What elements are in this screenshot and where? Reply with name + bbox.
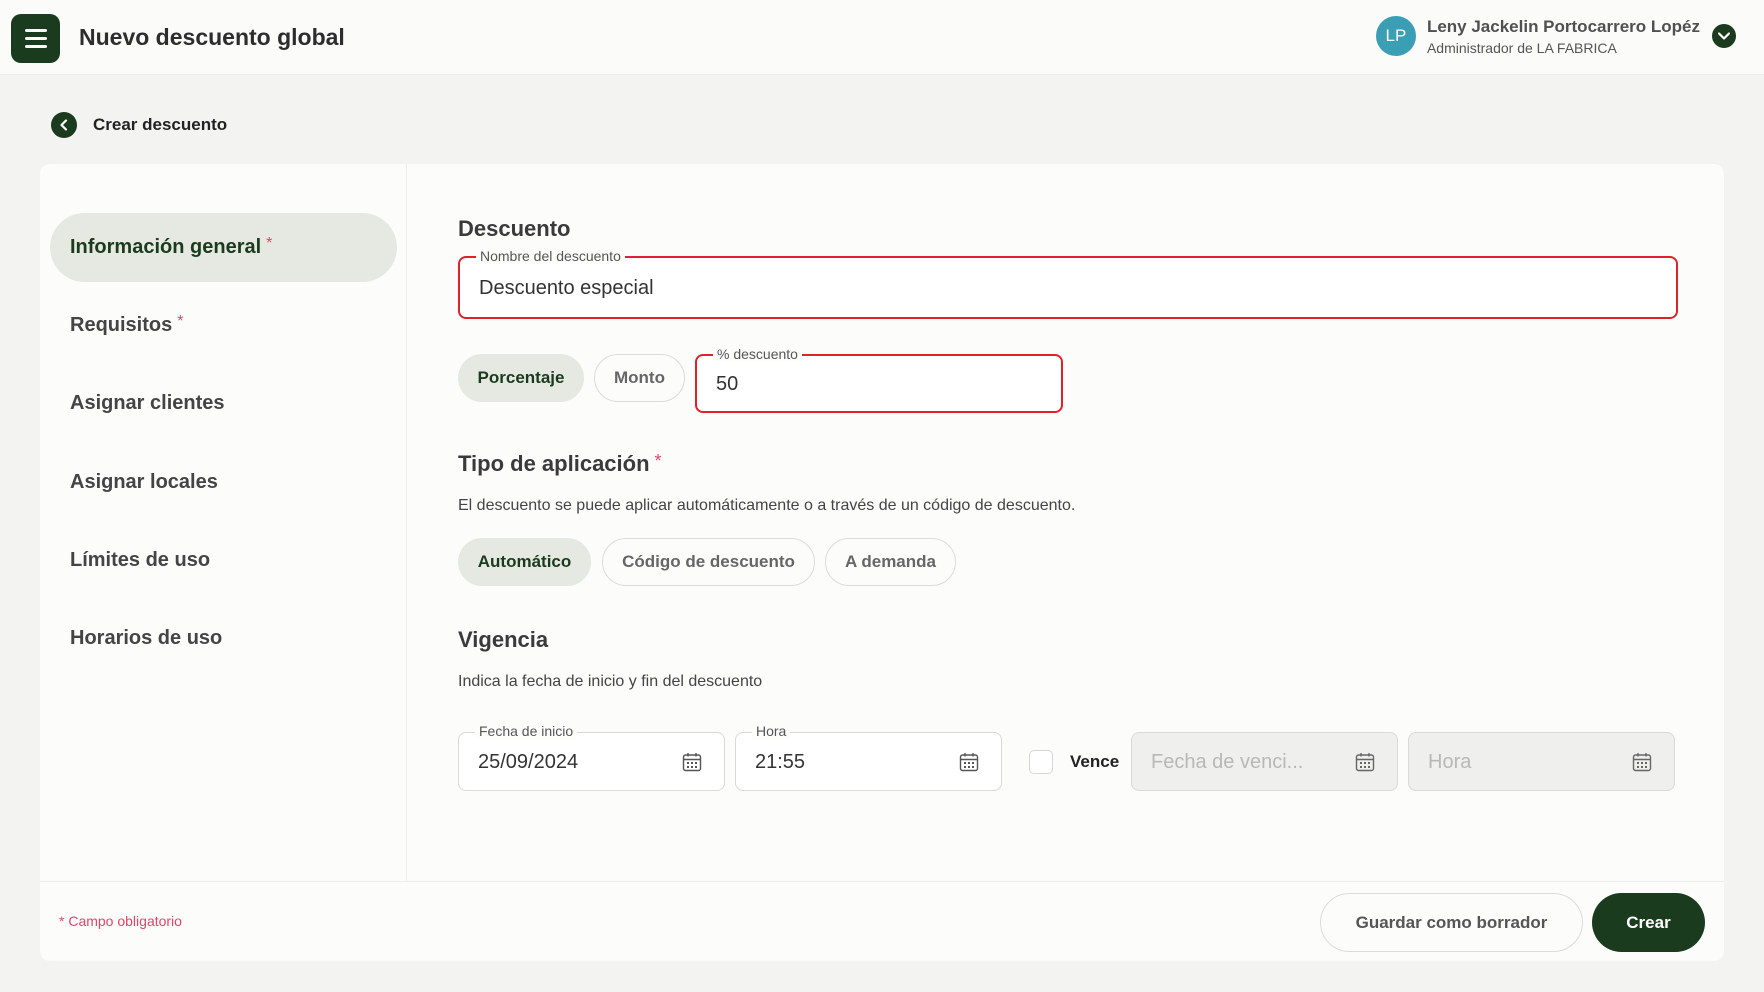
chevron-down-icon[interactable] <box>1712 24 1736 48</box>
back-link[interactable]: Crear descuento <box>51 112 227 138</box>
percent-discount-field[interactable]: % descuento 50 <box>695 346 1063 413</box>
calendar-icon[interactable] <box>1632 752 1652 772</box>
avatar: LP <box>1375 16 1416 56</box>
start-time-field[interactable]: Hora 21:55 <box>735 723 1002 791</box>
section-title-descuento: Descuento <box>458 216 571 241</box>
calendar-icon[interactable] <box>1355 752 1375 772</box>
sidebar-item-limites-de-uso[interactable]: Límites de uso <box>50 526 397 595</box>
user-name: Leny Jackelin Portocarrero Lopéz <box>1426 16 1700 36</box>
sidebar-item-asignar-clientes[interactable]: Asignar clientes <box>50 369 397 438</box>
sidebar-item-label: Asignar clientes <box>70 392 225 414</box>
field-label: Hora <box>752 723 791 739</box>
end-time-field[interactable]: Hora <box>1408 732 1675 791</box>
section-title-text: Tipo de aplicación <box>458 451 650 476</box>
field-placeholder: Fecha de venci... <box>1151 751 1304 773</box>
field-label: Fecha de inicio <box>475 723 578 739</box>
required-mark: * <box>654 451 662 471</box>
required-note: * Campo obligatorio <box>59 913 182 929</box>
section-title-tipo-aplicacion: Tipo de aplicación * <box>458 451 662 477</box>
sidebar-item-requisitos[interactable]: Requisitos * <box>50 291 397 360</box>
aplicacion-description: El descuento se puede aplicar automática… <box>458 497 1076 514</box>
user-menu[interactable]: LP Leny Jackelin Portocarrero Lopéz Admi… <box>1375 16 1736 56</box>
footer-divider <box>40 881 1724 882</box>
field-value: 50 <box>716 373 739 395</box>
field-value: Descuento especial <box>479 277 654 299</box>
start-date-field[interactable]: Fecha de inicio 25/09/2024 <box>458 723 725 791</box>
sidebar-item-label: Información general <box>70 236 262 258</box>
field-label: % descuento <box>713 346 802 362</box>
field-label: Nombre del descuento <box>476 248 625 264</box>
sidebar-item-horarios-de-uso[interactable]: Horarios de uso <box>50 604 397 673</box>
page-title: Nuevo descuento global <box>79 24 345 50</box>
calendar-icon[interactable] <box>959 752 979 772</box>
field-value: 21:55 <box>755 751 806 773</box>
end-date-field[interactable]: Fecha de venci... <box>1131 732 1398 791</box>
calendar-icon[interactable] <box>682 752 702 772</box>
back-label: Crear descuento <box>93 115 228 134</box>
vence-checkbox[interactable] <box>1029 750 1053 774</box>
sidebar: Información general * Requisitos * Asignar… <box>40 164 407 881</box>
sidebar-item-label: Asignar locales <box>70 471 218 493</box>
type-chip-monto[interactable]: Monto <box>594 354 685 402</box>
user-role: Administrador de LA FABRICA <box>1426 39 1617 56</box>
sidebar-item-label: Horarios de uso <box>70 627 223 649</box>
type-chip-porcentaje[interactable]: Porcentaje <box>458 354 584 402</box>
top-bar: Nuevo descuento global LP Leny Jackelin … <box>0 0 1764 75</box>
section-title-vigencia: Vigencia <box>458 627 549 652</box>
back-arrow-icon[interactable] <box>51 112 77 138</box>
create-button[interactable]: Crear <box>1592 893 1705 952</box>
discount-name-field[interactable]: Nombre del descuento Descuento especial <box>458 248 1678 319</box>
vigencia-description: Indica la fecha de inicio y fin del desc… <box>458 673 763 690</box>
sidebar-item-label: Límites de uso <box>70 549 211 571</box>
aplicacion-chip-automatico[interactable]: Automático <box>458 538 591 586</box>
aplicacion-chip-codigo[interactable]: Código de descuento <box>602 538 815 586</box>
field-placeholder: Hora <box>1428 751 1472 773</box>
field-value: 25/09/2024 <box>478 751 579 773</box>
menu-icon[interactable] <box>11 14 60 63</box>
aplicacion-chip-a-demanda[interactable]: A demanda <box>825 538 956 586</box>
form-card: Información general * Requisitos * Asignar… <box>40 164 1724 961</box>
sidebar-item-asignar-locales[interactable]: Asignar locales <box>50 448 397 517</box>
required-mark: * <box>177 312 184 330</box>
vence-label: Vence <box>1070 752 1120 771</box>
required-mark: * <box>266 234 273 252</box>
sidebar-item-informacion-general[interactable]: Información general * <box>50 213 397 282</box>
sidebar-item-label: Requisitos <box>70 314 173 336</box>
save-draft-button[interactable]: Guardar como borrador <box>1320 893 1583 952</box>
